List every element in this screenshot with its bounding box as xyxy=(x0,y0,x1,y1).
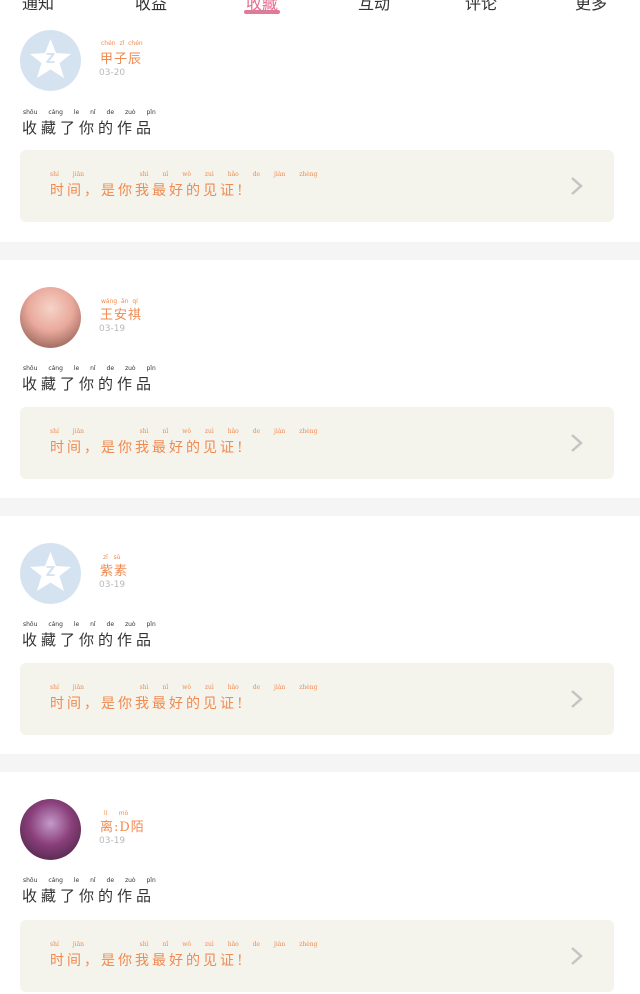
default-avatar[interactable]: Z xyxy=(20,30,81,91)
quote-text: shí jiān shì nǐ wǒ zuì hǎo de jiàn zhèng… xyxy=(50,171,318,199)
username[interactable]: 王安祺 xyxy=(100,304,142,323)
timestamp: 03-20 xyxy=(99,68,126,78)
action-text: 收藏了你的作品 xyxy=(22,375,156,393)
timestamp: 03-19 xyxy=(99,580,126,590)
quote-pinyin: shí jiān shì nǐ wǒ zuì hǎo de jiàn zhèng xyxy=(50,684,318,691)
notification-card: lí mò 离:D陌 03-19 shōu cáng le nǐ de zuò … xyxy=(0,772,640,994)
username-pinyin: chén zǐ chén xyxy=(101,40,143,47)
tab-earnings[interactable]: 收益 xyxy=(135,0,167,14)
notification-card: Z zǐ sù 紫素 03-19 shōu cáng le nǐ de zuò … xyxy=(0,516,640,754)
separator xyxy=(0,498,640,516)
svg-text:Z: Z xyxy=(46,52,55,67)
quote-text: shí jiān shì nǐ wǒ zuì hǎo de jiàn zhèng… xyxy=(50,684,318,712)
quote-pinyin: shí jiān shì nǐ wǒ zuì hǎo de jiàn zhèng xyxy=(50,171,318,178)
quoted-work-link[interactable]: shí jiān shì nǐ wǒ zuì hǎo de jiàn zhèng… xyxy=(20,663,614,735)
tab-notifications[interactable]: 通知 xyxy=(22,0,54,14)
quoted-work-link[interactable]: shí jiān shì nǐ wǒ zuì hǎo de jiàn zhèng… xyxy=(20,150,614,222)
action-pinyin: shōu cáng le nǐ de zuò pǐn xyxy=(23,365,156,372)
timestamp: 03-19 xyxy=(99,324,126,334)
quoted-work-link[interactable]: shí jiān shì nǐ wǒ zuì hǎo de jiàn zhèng… xyxy=(20,407,614,479)
timestamp: 03-19 xyxy=(99,836,126,846)
chevron-right-icon xyxy=(571,177,583,195)
quote-pinyin: shí jiān shì nǐ wǒ zuì hǎo de jiàn zhèng xyxy=(50,428,318,435)
chevron-right-icon xyxy=(571,434,583,452)
tab-interactions[interactable]: 互动 xyxy=(358,0,390,14)
svg-text:Z: Z xyxy=(46,565,55,580)
action-pinyin: shōu cáng le nǐ de zuò pǐn xyxy=(23,877,156,884)
chevron-right-icon xyxy=(571,690,583,708)
notification-card: Z chén zǐ chén 甲子辰 03-20 shōu cáng le nǐ… xyxy=(0,22,640,242)
user-avatar[interactable] xyxy=(20,287,81,348)
user-avatar[interactable] xyxy=(20,799,81,860)
active-tab-indicator xyxy=(244,10,280,14)
username[interactable]: 甲子辰 xyxy=(100,48,142,67)
separator xyxy=(0,242,640,260)
action-pinyin: shōu cáng le nǐ de zuò pǐn xyxy=(23,109,156,116)
separator xyxy=(0,754,640,772)
tab-more[interactable]: 更多 xyxy=(575,0,607,14)
action-pinyin: shōu cáng le nǐ de zuò pǐn xyxy=(23,621,156,628)
tab-comments[interactable]: 评论 xyxy=(465,0,497,14)
quoted-work-link[interactable]: shí jiān shì nǐ wǒ zuì hǎo de jiàn zhèng… xyxy=(20,920,614,992)
action-text: 收藏了你的作品 xyxy=(22,631,156,649)
chevron-right-icon xyxy=(571,947,583,965)
top-tab-bar: 通知 收益 收藏 互动 评论 更多 xyxy=(0,0,640,16)
action-text: 收藏了你的作品 xyxy=(22,887,156,905)
username[interactable]: 紫素 xyxy=(100,560,128,579)
notification-card: wáng ān qí 王安祺 03-19 shōu cáng le nǐ de … xyxy=(0,260,640,498)
quote-pinyin: shí jiān shì nǐ wǒ zuì hǎo de jiàn zhèng xyxy=(50,941,318,948)
username[interactable]: 离:D陌 xyxy=(100,816,145,835)
default-avatar[interactable]: Z xyxy=(20,543,81,604)
quote-text: shí jiān shì nǐ wǒ zuì hǎo de jiàn zhèng… xyxy=(50,941,318,969)
action-text: 收藏了你的作品 xyxy=(22,119,156,137)
quote-text: shí jiān shì nǐ wǒ zuì hǎo de jiàn zhèng… xyxy=(50,428,318,456)
